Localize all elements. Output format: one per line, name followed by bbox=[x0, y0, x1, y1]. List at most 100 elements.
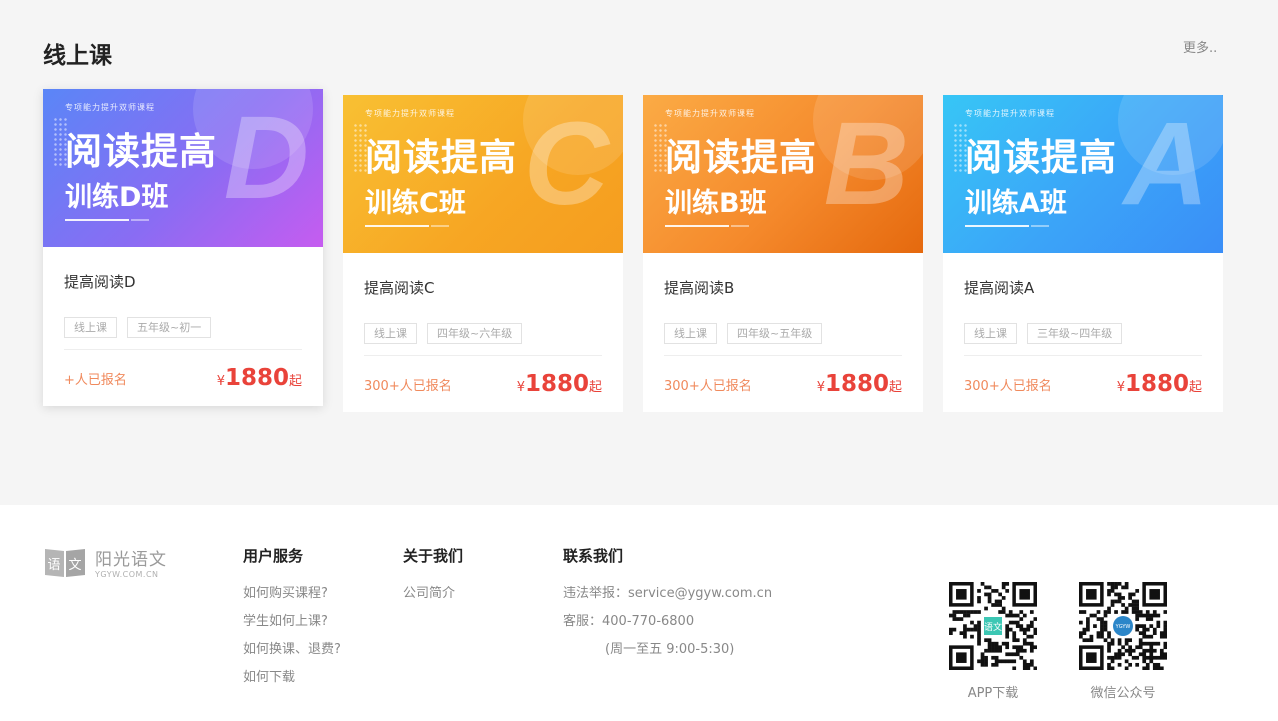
price: ¥1880起 bbox=[1117, 371, 1202, 397]
more-link[interactable]: 更多.. bbox=[1183, 37, 1217, 56]
book-logo-icon: 语 文 bbox=[43, 545, 87, 579]
course-name[interactable]: 提高阅读D bbox=[64, 271, 302, 291]
section-title: 线上课 bbox=[43, 43, 112, 69]
price-value: 1880 bbox=[524, 371, 589, 397]
banner-tagline: 专项能力提升双师课程 bbox=[65, 103, 155, 112]
banner-title: 阅读提高 bbox=[965, 136, 1117, 179]
banner-bar bbox=[431, 225, 449, 227]
course-card-b[interactable]: 专项能力提升双师课程 阅读提高 训练B班 B 提高阅读B 线上课 四年级~五年级… bbox=[643, 95, 923, 412]
banner-subtitle: 训练B班 bbox=[665, 188, 767, 219]
banner-tagline: 专项能力提升双师课程 bbox=[665, 109, 755, 118]
tag-grade: 四年级~五年级 bbox=[727, 323, 823, 344]
price-suffix: 起 bbox=[588, 380, 602, 395]
price-suffix: 起 bbox=[288, 374, 302, 389]
banner-bar bbox=[365, 225, 429, 227]
price-suffix: 起 bbox=[888, 380, 902, 395]
course-tags: 线上课 五年级~初一 bbox=[64, 317, 302, 338]
qr-code-icon: YGYW bbox=[1078, 581, 1168, 671]
price-symbol: ¥ bbox=[1116, 380, 1125, 395]
banner-letter: C bbox=[523, 98, 609, 230]
banner-subtitle: 训练A班 bbox=[965, 188, 1067, 219]
qr-label: 微信公众号 bbox=[1090, 686, 1156, 701]
logo-char: 语 bbox=[47, 558, 60, 573]
price-suffix: 起 bbox=[1188, 380, 1202, 395]
tag-type: 线上课 bbox=[664, 323, 717, 344]
enrolled-count: +人已报名 bbox=[64, 372, 127, 388]
tag-grade: 三年级~四年级 bbox=[1027, 323, 1123, 344]
banner-bar bbox=[665, 225, 729, 227]
contact-column: 联系我们 违法举报：service@ygyw.com.cn 客服：400-770… bbox=[563, 545, 772, 664]
logo-name: 阳光语文 bbox=[95, 550, 167, 570]
tag-type: 线上课 bbox=[964, 323, 1017, 344]
user-service-column: 用户服务 如何购买课程? 学生如何上课? 如何换课、退费? 如何下载 bbox=[243, 545, 341, 692]
banner-letter: D bbox=[223, 92, 309, 224]
column-title: 联系我们 bbox=[563, 547, 624, 565]
banner-tagline: 专项能力提升双师课程 bbox=[965, 109, 1055, 118]
tag-grade: 四年级~六年级 bbox=[427, 323, 523, 344]
qr-code-icon: 语文 bbox=[948, 581, 1038, 671]
banner-bar bbox=[731, 225, 749, 227]
logo-char: 文 bbox=[68, 558, 81, 573]
footer: 语 文 阳光语文 YGYW.COM.CN 用户服务 如何购买课程? 学生如何上课… bbox=[0, 505, 1278, 721]
tag-type: 线上课 bbox=[364, 323, 417, 344]
banner-bar bbox=[1031, 225, 1049, 227]
link-download[interactable]: 如何下载 bbox=[243, 664, 341, 692]
banner-bar bbox=[65, 219, 129, 221]
course-tags: 线上课 四年级~六年级 bbox=[364, 323, 602, 344]
price-symbol: ¥ bbox=[816, 380, 825, 395]
banner-title: 阅读提高 bbox=[65, 130, 217, 173]
service-phone: 客服：400-770-6800 bbox=[563, 614, 695, 629]
banner-title: 阅读提高 bbox=[665, 136, 817, 179]
banner-bar bbox=[131, 219, 149, 221]
price-symbol: ¥ bbox=[516, 380, 525, 395]
enrolled-count: 300+人已报名 bbox=[664, 378, 752, 394]
logo-url: YGYW.COM.CN bbox=[95, 570, 159, 579]
course-banner[interactable]: 专项能力提升双师课程 阅读提高 训练D班 D bbox=[43, 89, 323, 247]
course-card-c[interactable]: 专项能力提升双师课程 阅读提高 训练C班 C 提高阅读C 线上课 四年级~六年级… bbox=[343, 95, 623, 412]
price: ¥1880起 bbox=[217, 365, 302, 391]
price-value: 1880 bbox=[824, 371, 889, 397]
link-how-to-attend[interactable]: 学生如何上课? bbox=[243, 608, 341, 636]
price: ¥1880起 bbox=[817, 371, 902, 397]
course-card-a[interactable]: 专项能力提升双师课程 阅读提高 训练A班 A 提高阅读A 线上课 三年级~四年级… bbox=[943, 95, 1223, 412]
course-name[interactable]: 提高阅读A bbox=[964, 277, 1202, 297]
price: ¥1880起 bbox=[517, 371, 602, 397]
course-banner[interactable]: 专项能力提升双师课程 阅读提高 训练B班 B bbox=[643, 95, 923, 253]
banner-subtitle: 训练C班 bbox=[365, 188, 466, 219]
qr-center-text: 语文 bbox=[984, 621, 1002, 633]
course-tags: 线上课 四年级~五年级 bbox=[664, 323, 902, 344]
course-section: 线上课 更多.. 专项能力提升双师课程 阅读提高 训练D班 D 提高阅读D 线上… bbox=[0, 0, 1278, 505]
course-card-d[interactable]: 专项能力提升双师课程 阅读提高 训练D班 D 提高阅读D 线上课 五年级~初一 … bbox=[43, 89, 323, 406]
report-email: 违法举报：service@ygyw.com.cn bbox=[563, 586, 773, 601]
qr-center-text: YGYW bbox=[1115, 624, 1131, 630]
about-column: 关于我们 公司简介 bbox=[403, 545, 463, 608]
qr-label: APP下载 bbox=[967, 686, 1019, 701]
column-title: 关于我们 bbox=[403, 547, 464, 565]
service-hours: (周一至五 9:00-5:30) bbox=[605, 642, 735, 657]
banner-title: 阅读提高 bbox=[365, 136, 517, 179]
price-symbol: ¥ bbox=[216, 374, 225, 389]
enrolled-count: 300+人已报名 bbox=[364, 378, 452, 394]
wechat-qr[interactable]: YGYW 微信公众号 bbox=[1078, 581, 1168, 701]
price-value: 1880 bbox=[224, 365, 289, 391]
column-title: 用户服务 bbox=[243, 547, 304, 565]
course-banner[interactable]: 专项能力提升双师课程 阅读提高 训练C班 C bbox=[343, 95, 623, 253]
app-download-qr[interactable]: 语文 APP下载 bbox=[948, 581, 1038, 701]
banner-bar bbox=[965, 225, 1029, 227]
link-refund[interactable]: 如何换课、退费? bbox=[243, 636, 341, 664]
tag-type: 线上课 bbox=[64, 317, 117, 338]
course-tags: 线上课 三年级~四年级 bbox=[964, 323, 1202, 344]
banner-letter: B bbox=[823, 98, 909, 230]
course-name[interactable]: 提高阅读C bbox=[364, 277, 602, 297]
course-banner[interactable]: 专项能力提升双师课程 阅读提高 训练A班 A bbox=[943, 95, 1223, 253]
banner-tagline: 专项能力提升双师课程 bbox=[365, 109, 455, 118]
price-value: 1880 bbox=[1124, 371, 1189, 397]
link-how-to-buy[interactable]: 如何购买课程? bbox=[243, 580, 341, 608]
link-company-intro[interactable]: 公司简介 bbox=[403, 580, 463, 608]
tag-grade: 五年级~初一 bbox=[127, 317, 212, 338]
enrolled-count: 300+人已报名 bbox=[964, 378, 1052, 394]
banner-letter: A bbox=[1123, 98, 1209, 230]
banner-subtitle: 训练D班 bbox=[65, 182, 169, 213]
site-logo[interactable]: 语 文 阳光语文 YGYW.COM.CN bbox=[43, 545, 167, 579]
course-name[interactable]: 提高阅读B bbox=[664, 277, 902, 297]
